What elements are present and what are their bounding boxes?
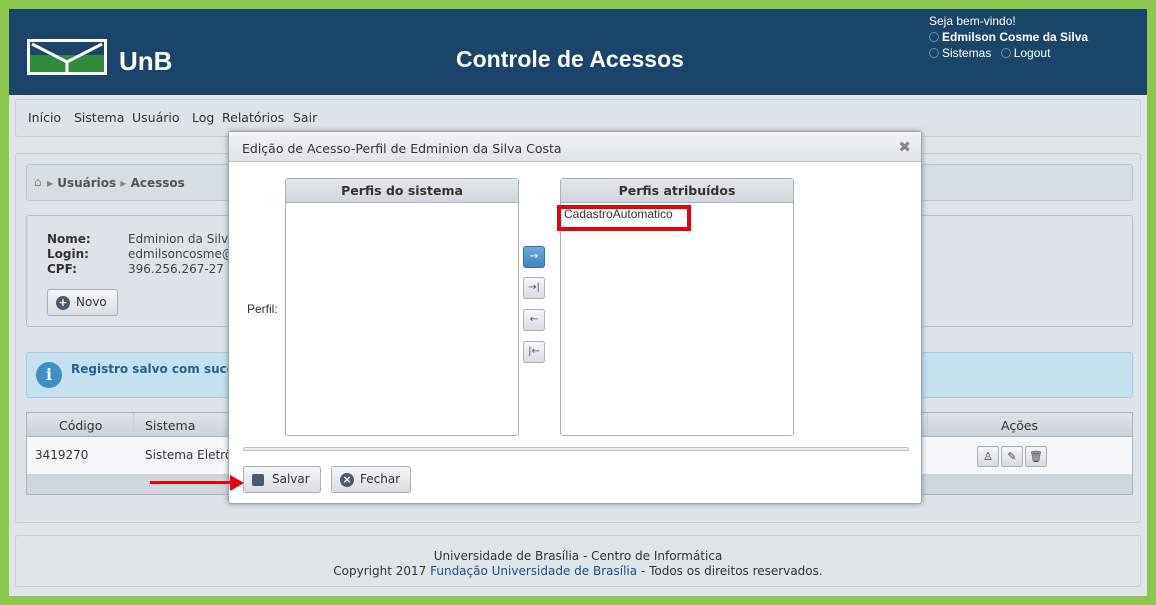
dialog-separator <box>243 447 909 451</box>
annotation-arrow-head <box>230 475 244 491</box>
cell-sistema: Sistema Eletrôn <box>145 448 240 462</box>
nome-label: Nome: <box>47 232 91 246</box>
login-label: Login: <box>47 247 89 261</box>
app-title: Controle de Acessos <box>456 46 684 72</box>
logout-link[interactable]: Logout <box>1014 46 1051 60</box>
arrow-left-bar-icon: |← <box>528 346 540 357</box>
app-header: UnB Controle de Acessos Seja bem-vindo! … <box>9 9 1147 95</box>
alert-message: Registro salvo com sucess <box>71 362 250 376</box>
brand-name: UnB <box>119 46 173 76</box>
annotation-highlight-box <box>557 205 691 231</box>
info-icon: i <box>36 362 62 388</box>
home-icon[interactable]: ⌂ <box>34 175 42 189</box>
menu-item-usuario[interactable]: Usuário <box>132 110 180 125</box>
footer-line1: Universidade de Brasília - Centro de Inf… <box>433 549 723 563</box>
move-all-right-button[interactable]: →| <box>523 277 545 299</box>
sistemas-link[interactable]: Sistemas <box>942 46 991 60</box>
breadcrumb-separator-icon: ▸ <box>120 176 127 190</box>
delete-action-icon[interactable]: 🗑 <box>1025 446 1047 467</box>
welcome-panel: Seja bem-vindo! Edmilson Cosme da Silva … <box>929 13 1088 61</box>
user-icon <box>929 32 939 42</box>
welcome-text: Seja bem-vindo! <box>929 14 1016 28</box>
arrow-right-icon: → <box>529 251 539 262</box>
dialog-title: Edição de Acesso-Perfil de Edminion da S… <box>242 141 562 156</box>
cpf-label: CPF: <box>47 262 77 276</box>
edit-access-dialog: Edição de Acesso-Perfil de Edminion da S… <box>228 131 922 504</box>
user-name: Edmilson Cosme da Silva <box>942 30 1089 44</box>
nome-value: Edminion da Silva <box>128 232 236 246</box>
novo-button[interactable]: + Novo <box>47 289 118 316</box>
logo-mark-icon <box>31 42 103 72</box>
menu-item-sair[interactable]: Sair <box>293 110 317 125</box>
power-icon <box>1000 48 1011 58</box>
arrow-left-icon: ← <box>529 314 539 325</box>
save-icon <box>252 474 264 486</box>
page-footer: Universidade de Brasília - Centro de Inf… <box>15 535 1141 587</box>
dialog-titlebar: Edição de Acesso-Perfil de Edminion da S… <box>229 132 921 162</box>
footer-copyright: Copyright 2017 <box>333 564 427 578</box>
edit-action-icon[interactable]: ✎ <box>1001 446 1023 467</box>
breadcrumb-acessos: Acessos <box>130 176 185 190</box>
move-right-button[interactable]: → <box>523 246 545 268</box>
menu-item-sistema[interactable]: Sistema <box>74 110 124 125</box>
close-icon[interactable]: ✖ <box>898 138 911 156</box>
perfil-label: Perfil: <box>247 302 278 316</box>
login-value: edmilsoncosme@ <box>128 247 234 261</box>
annotation-arrow <box>150 481 232 484</box>
footer-rights: - Todos os direitos reservados. <box>640 564 823 578</box>
breadcrumb-usuarios[interactable]: Usuários <box>57 176 116 190</box>
cpf-value: 396.256.267-27 <box>128 262 224 276</box>
menu-item-relatorios[interactable]: Relatórios <box>222 110 284 125</box>
salvar-button[interactable]: Salvar <box>243 466 321 493</box>
plus-icon: + <box>56 296 70 310</box>
col-sistema[interactable]: Sistema <box>145 418 195 433</box>
fechar-button[interactable]: × Fechar <box>331 466 412 493</box>
move-left-button[interactable]: ← <box>523 309 545 331</box>
cell-codigo: 3419270 <box>35 448 89 462</box>
gear-icon <box>929 48 939 58</box>
col-acoes: Ações <box>1001 418 1039 433</box>
move-all-left-button[interactable]: |← <box>523 341 545 363</box>
user-action-icon[interactable]: ♙ <box>977 446 999 467</box>
arrow-right-bar-icon: →| <box>528 282 540 293</box>
menu-item-inicio[interactable]: Início <box>28 110 61 125</box>
menu-item-log[interactable]: Log <box>192 110 214 125</box>
close-circle-icon: × <box>340 473 354 487</box>
system-profiles-header: Perfis do sistema <box>286 179 518 203</box>
system-profiles-list[interactable]: Perfis do sistema <box>285 178 519 436</box>
col-codigo[interactable]: Código <box>59 418 102 433</box>
unb-logo <box>27 39 107 75</box>
footer-link[interactable]: Fundação Universidade de Brasília <box>430 564 637 578</box>
assigned-profiles-header: Perfis atribuídos <box>561 179 793 203</box>
breadcrumb-separator-icon: ▸ <box>47 176 54 190</box>
